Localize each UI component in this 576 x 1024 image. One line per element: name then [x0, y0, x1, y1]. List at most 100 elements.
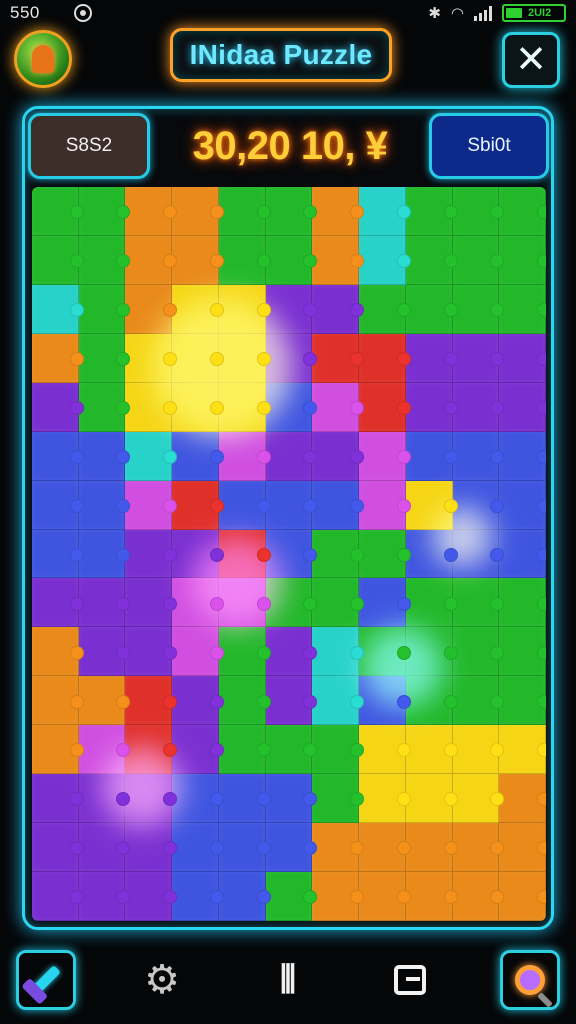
puzzle-piece[interactable] — [32, 529, 79, 579]
puzzle-piece[interactable] — [359, 627, 406, 677]
puzzle-piece[interactable] — [172, 725, 219, 775]
puzzle-piece[interactable] — [32, 333, 79, 383]
puzzle-piece[interactable] — [125, 774, 173, 824]
puzzle-piece[interactable] — [32, 872, 79, 921]
puzzle-piece[interactable] — [499, 235, 546, 285]
puzzle-piece[interactable] — [32, 235, 79, 285]
puzzle-piece[interactable] — [32, 627, 79, 677]
puzzle-piece[interactable] — [265, 284, 313, 334]
left-stat-pill[interactable]: S8S2 — [28, 113, 150, 179]
puzzle-piece[interactable] — [312, 284, 360, 334]
puzzle-piece[interactable] — [359, 284, 406, 334]
puzzle-piece[interactable] — [78, 480, 126, 530]
puzzle-piece[interactable] — [172, 431, 219, 481]
puzzle-piece[interactable] — [452, 431, 500, 481]
puzzle-piece[interactable] — [312, 872, 360, 921]
puzzle-piece[interactable] — [125, 480, 173, 530]
puzzle-piece[interactable] — [452, 480, 500, 530]
puzzle-piece[interactable] — [78, 382, 126, 432]
puzzle-piece[interactable] — [312, 187, 360, 236]
profile-button[interactable] — [14, 30, 72, 88]
puzzle-piece[interactable] — [265, 333, 313, 383]
puzzle-piece[interactable] — [78, 676, 126, 726]
puzzle-piece[interactable] — [125, 627, 173, 677]
puzzle-piece[interactable] — [359, 676, 406, 726]
puzzle-piece[interactable] — [405, 872, 453, 921]
puzzle-piece[interactable] — [78, 529, 126, 579]
puzzle-piece[interactable] — [32, 676, 79, 726]
puzzle-piece[interactable] — [312, 774, 360, 824]
puzzle-piece[interactable] — [125, 529, 173, 579]
puzzle-piece[interactable] — [32, 284, 79, 334]
puzzle-piece[interactable] — [172, 627, 219, 677]
puzzle-piece[interactable] — [405, 774, 453, 824]
puzzle-piece[interactable] — [265, 823, 313, 873]
puzzle-piece[interactable] — [452, 627, 500, 677]
puzzle-piece[interactable] — [499, 284, 546, 334]
box-button[interactable] — [380, 950, 440, 1010]
puzzle-piece[interactable] — [452, 382, 500, 432]
puzzle-piece[interactable] — [218, 725, 266, 775]
puzzle-piece[interactable] — [359, 431, 406, 481]
puzzle-piece[interactable] — [312, 480, 360, 530]
puzzle-piece[interactable] — [405, 187, 453, 236]
puzzle-piece[interactable] — [78, 284, 126, 334]
puzzle-piece[interactable] — [265, 872, 313, 921]
puzzle-piece[interactable] — [218, 676, 266, 726]
puzzle-piece[interactable] — [452, 872, 500, 921]
puzzle-piece[interactable] — [359, 578, 406, 628]
puzzle-piece[interactable] — [78, 235, 126, 285]
puzzle-piece[interactable] — [172, 529, 219, 579]
puzzle-piece[interactable] — [172, 774, 219, 824]
puzzle-piece[interactable] — [452, 333, 500, 383]
puzzle-board[interactable] — [32, 187, 546, 921]
puzzle-piece[interactable] — [125, 676, 173, 726]
puzzle-piece[interactable] — [218, 333, 266, 383]
puzzle-piece[interactable] — [312, 578, 360, 628]
puzzle-piece[interactable] — [32, 725, 79, 775]
puzzle-piece[interactable] — [125, 823, 173, 873]
puzzle-piece[interactable] — [218, 774, 266, 824]
close-button[interactable]: ✕ — [502, 32, 560, 88]
puzzle-piece[interactable] — [125, 872, 173, 921]
puzzle-piece[interactable] — [405, 333, 453, 383]
puzzle-piece[interactable] — [172, 235, 219, 285]
puzzle-piece[interactable] — [265, 529, 313, 579]
puzzle-piece[interactable] — [78, 872, 126, 921]
puzzle-piece[interactable] — [359, 774, 406, 824]
puzzle-piece[interactable] — [265, 676, 313, 726]
puzzle-piece[interactable] — [125, 235, 173, 285]
puzzle-piece[interactable] — [452, 823, 500, 873]
puzzle-piece[interactable] — [218, 872, 266, 921]
puzzle-piece[interactable] — [218, 431, 266, 481]
puzzle-piece[interactable] — [312, 627, 360, 677]
puzzle-piece[interactable] — [452, 578, 500, 628]
puzzle-piece[interactable] — [499, 529, 546, 579]
puzzle-piece[interactable] — [172, 480, 219, 530]
puzzle-piece[interactable] — [78, 725, 126, 775]
puzzle-piece[interactable] — [499, 578, 546, 628]
puzzle-piece[interactable] — [32, 187, 79, 236]
puzzle-piece[interactable] — [265, 480, 313, 530]
puzzle-piece[interactable] — [359, 382, 406, 432]
puzzle-piece[interactable] — [405, 284, 453, 334]
puzzle-piece[interactable] — [405, 382, 453, 432]
puzzle-piece[interactable] — [125, 725, 173, 775]
puzzle-piece[interactable] — [218, 529, 266, 579]
puzzle-piece[interactable] — [499, 431, 546, 481]
puzzle-piece[interactable] — [452, 187, 500, 236]
puzzle-piece[interactable] — [499, 187, 546, 236]
puzzle-piece[interactable] — [218, 235, 266, 285]
puzzle-piece[interactable] — [32, 578, 79, 628]
puzzle-piece[interactable] — [78, 627, 126, 677]
puzzle-piece[interactable] — [312, 431, 360, 481]
puzzle-piece[interactable] — [359, 187, 406, 236]
puzzle-piece[interactable] — [265, 382, 313, 432]
puzzle-piece[interactable] — [78, 578, 126, 628]
puzzle-piece[interactable] — [172, 676, 219, 726]
puzzle-piece[interactable] — [405, 578, 453, 628]
puzzle-piece[interactable] — [312, 333, 360, 383]
puzzle-piece[interactable] — [218, 627, 266, 677]
puzzle-piece[interactable] — [499, 382, 546, 432]
puzzle-piece[interactable] — [452, 284, 500, 334]
